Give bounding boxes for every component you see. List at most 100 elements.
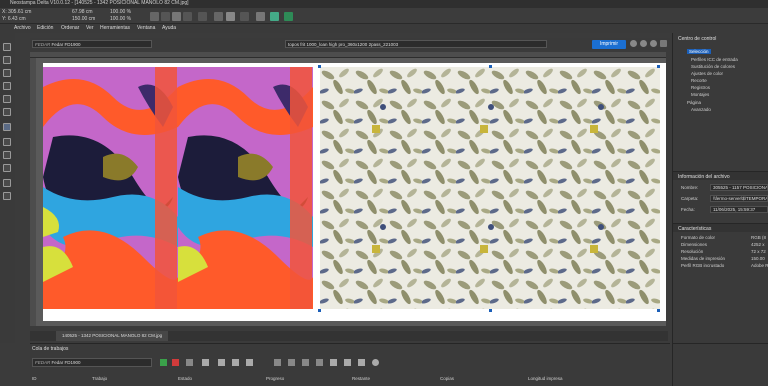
selection-handle-bc[interactable] xyxy=(489,309,492,312)
selection-handle-bl[interactable] xyxy=(318,309,321,312)
play-icon[interactable] xyxy=(160,359,167,366)
crop-icon[interactable] xyxy=(3,138,11,146)
folder-value: \\fermo-server\$\TEMPORAL xyxy=(710,195,768,202)
new-doc-icon[interactable] xyxy=(3,43,11,51)
align-icon[interactable] xyxy=(150,12,159,21)
main-toolbar: X: 305.61 cm Y: 6.43 cm 67.98 cm 150.00 … xyxy=(0,8,768,24)
tree-item-color-substitution[interactable]: Sustitución de colores xyxy=(691,64,735,69)
file-name-value: 305525 - 1157 POSICIONAL xyxy=(710,184,768,191)
zoom-out-icon[interactable] xyxy=(640,40,647,47)
menu-herramientas[interactable]: Herramientas xyxy=(100,25,130,31)
tree-item-page[interactable]: Página xyxy=(687,100,701,105)
menu-archivo[interactable]: Archivo xyxy=(14,25,31,31)
page-icon[interactable] xyxy=(3,151,11,159)
print-icon[interactable] xyxy=(226,12,235,21)
view-icon[interactable] xyxy=(660,40,667,47)
doc-copy-icon[interactable] xyxy=(232,359,239,366)
file-info-header: Información del archivo xyxy=(673,171,768,180)
cut-icon[interactable] xyxy=(3,108,11,116)
selection-handle-tl[interactable] xyxy=(318,65,321,68)
menu-ventana[interactable]: Ventana xyxy=(137,25,155,31)
pdf-icon[interactable] xyxy=(202,359,209,366)
tree-item-crop[interactable]: Recorte xyxy=(691,78,707,83)
menu-ordenar[interactable]: Ordenar xyxy=(61,25,79,31)
selection-handle-tc[interactable] xyxy=(489,65,492,68)
stop-icon[interactable] xyxy=(172,359,179,366)
zoom-width-field[interactable]: 100.00 % xyxy=(110,9,131,15)
col-job[interactable]: Trabajo xyxy=(92,376,107,381)
printer-select-value: Fedar FD1900 xyxy=(51,42,81,47)
queue-printer-select[interactable]: FEDAR Fedar FD1900 xyxy=(32,358,152,367)
tree-item-montages[interactable]: Montajes xyxy=(691,92,709,97)
col-id[interactable]: ID xyxy=(32,376,37,381)
menu-edicion[interactable]: Edición xyxy=(37,25,53,31)
zoom-in-icon[interactable] xyxy=(630,40,637,47)
grid-icon[interactable] xyxy=(3,164,11,172)
printer-select[interactable]: FEDAR Fedar FD1900 xyxy=(32,40,152,48)
print-button[interactable]: Imprimir xyxy=(592,40,626,49)
delete-icon[interactable] xyxy=(3,95,11,103)
pause-icon[interactable] xyxy=(186,359,193,366)
zoom-fit-icon[interactable] xyxy=(650,40,657,47)
tree-item-registers[interactable]: Registros xyxy=(691,85,710,90)
select-tool-icon[interactable] xyxy=(3,123,11,131)
layout-icon[interactable] xyxy=(240,12,249,21)
job-queue-panel: Cola de trabajos FEDAR Fedar FD1900 ID T… xyxy=(30,343,670,386)
characteristics-header: Características xyxy=(673,223,768,232)
layout-select-value: topos frit 1000_loan high pro_360x1200 2… xyxy=(288,42,399,47)
print-page[interactable] xyxy=(43,63,666,321)
queue-doc-icon[interactable] xyxy=(330,359,337,366)
width-field[interactable]: 67.98 cm xyxy=(72,9,93,15)
char-value-0: RGB (8 xyxy=(751,235,767,240)
tree-item-selection[interactable]: Selección xyxy=(687,49,711,54)
document-tab-label: 140525 - 1342 POSICIONAL MANOLO 82 CM.jp… xyxy=(62,333,163,338)
open-icon[interactable] xyxy=(3,56,11,64)
distribute-icon[interactable] xyxy=(161,12,170,21)
export-icon[interactable] xyxy=(270,12,279,21)
doc-edit-icon[interactable] xyxy=(246,359,253,366)
height-field[interactable]: 150.00 cm xyxy=(72,16,95,22)
tree-item-advanced[interactable]: Avanzado xyxy=(691,107,711,112)
hand-icon[interactable] xyxy=(3,192,11,200)
menu-ayuda[interactable]: Ayuda xyxy=(162,25,176,31)
document-tab[interactable]: 140525 - 1342 POSICIONAL MANOLO 82 CM.jp… xyxy=(56,331,169,341)
left-toolbox xyxy=(0,33,15,343)
image-right-pattern[interactable] xyxy=(320,67,660,309)
col-status[interactable]: Estado xyxy=(178,376,192,381)
queue-doc2-icon[interactable] xyxy=(344,359,351,366)
char-label-1: Dimensiones xyxy=(681,242,708,247)
move-down-icon[interactable] xyxy=(302,359,309,366)
scale-icon[interactable] xyxy=(214,12,223,21)
folder-label: Carpeta: xyxy=(681,196,699,201)
drop-icon[interactable] xyxy=(256,12,265,21)
col-printed-length[interactable]: Longitud impresa xyxy=(528,376,563,381)
date-label: Fecha: xyxy=(681,207,695,212)
move-bottom-icon[interactable] xyxy=(316,359,323,366)
flip-icon[interactable] xyxy=(183,12,192,21)
overlap-stripe-1 xyxy=(155,67,177,309)
move-top-icon[interactable] xyxy=(274,359,281,366)
move-up-icon[interactable] xyxy=(288,359,295,366)
col-copies[interactable]: Copias xyxy=(440,376,454,381)
doc-icon[interactable] xyxy=(218,359,225,366)
layout-select[interactable]: topos frit 1000_loan high pro_360x1200 2… xyxy=(285,40,547,48)
tree-item-icc[interactable]: Perfiles ICC de entrada xyxy=(691,57,738,62)
col-remaining[interactable]: Restante xyxy=(352,376,370,381)
selection-handle-tr[interactable] xyxy=(657,65,660,68)
save-icon[interactable] xyxy=(3,69,11,77)
duplicate-icon[interactable] xyxy=(3,82,11,90)
zoom-height-field[interactable]: 100.00 % xyxy=(110,16,131,22)
selection-handle-br[interactable] xyxy=(657,309,660,312)
col-progress[interactable]: Progreso xyxy=(266,376,284,381)
char-label-0: Formato de color xyxy=(681,235,716,240)
tree-item-color-adjust[interactable]: Ajustes de color xyxy=(691,71,723,76)
queue-doc3-icon[interactable] xyxy=(358,359,365,366)
color-icon[interactable] xyxy=(3,179,11,187)
settings-icon[interactable] xyxy=(372,359,379,366)
mirror-icon[interactable] xyxy=(198,12,207,21)
char-label-4: Perfil RGB incrustado xyxy=(681,263,725,268)
menu-ver[interactable]: Ver xyxy=(86,25,94,31)
rotate-icon[interactable] xyxy=(172,12,181,21)
document-tabs: 140525 - 1342 POSICIONAL MANOLO 82 CM.jp… xyxy=(30,331,668,341)
excel-icon[interactable] xyxy=(284,12,293,21)
